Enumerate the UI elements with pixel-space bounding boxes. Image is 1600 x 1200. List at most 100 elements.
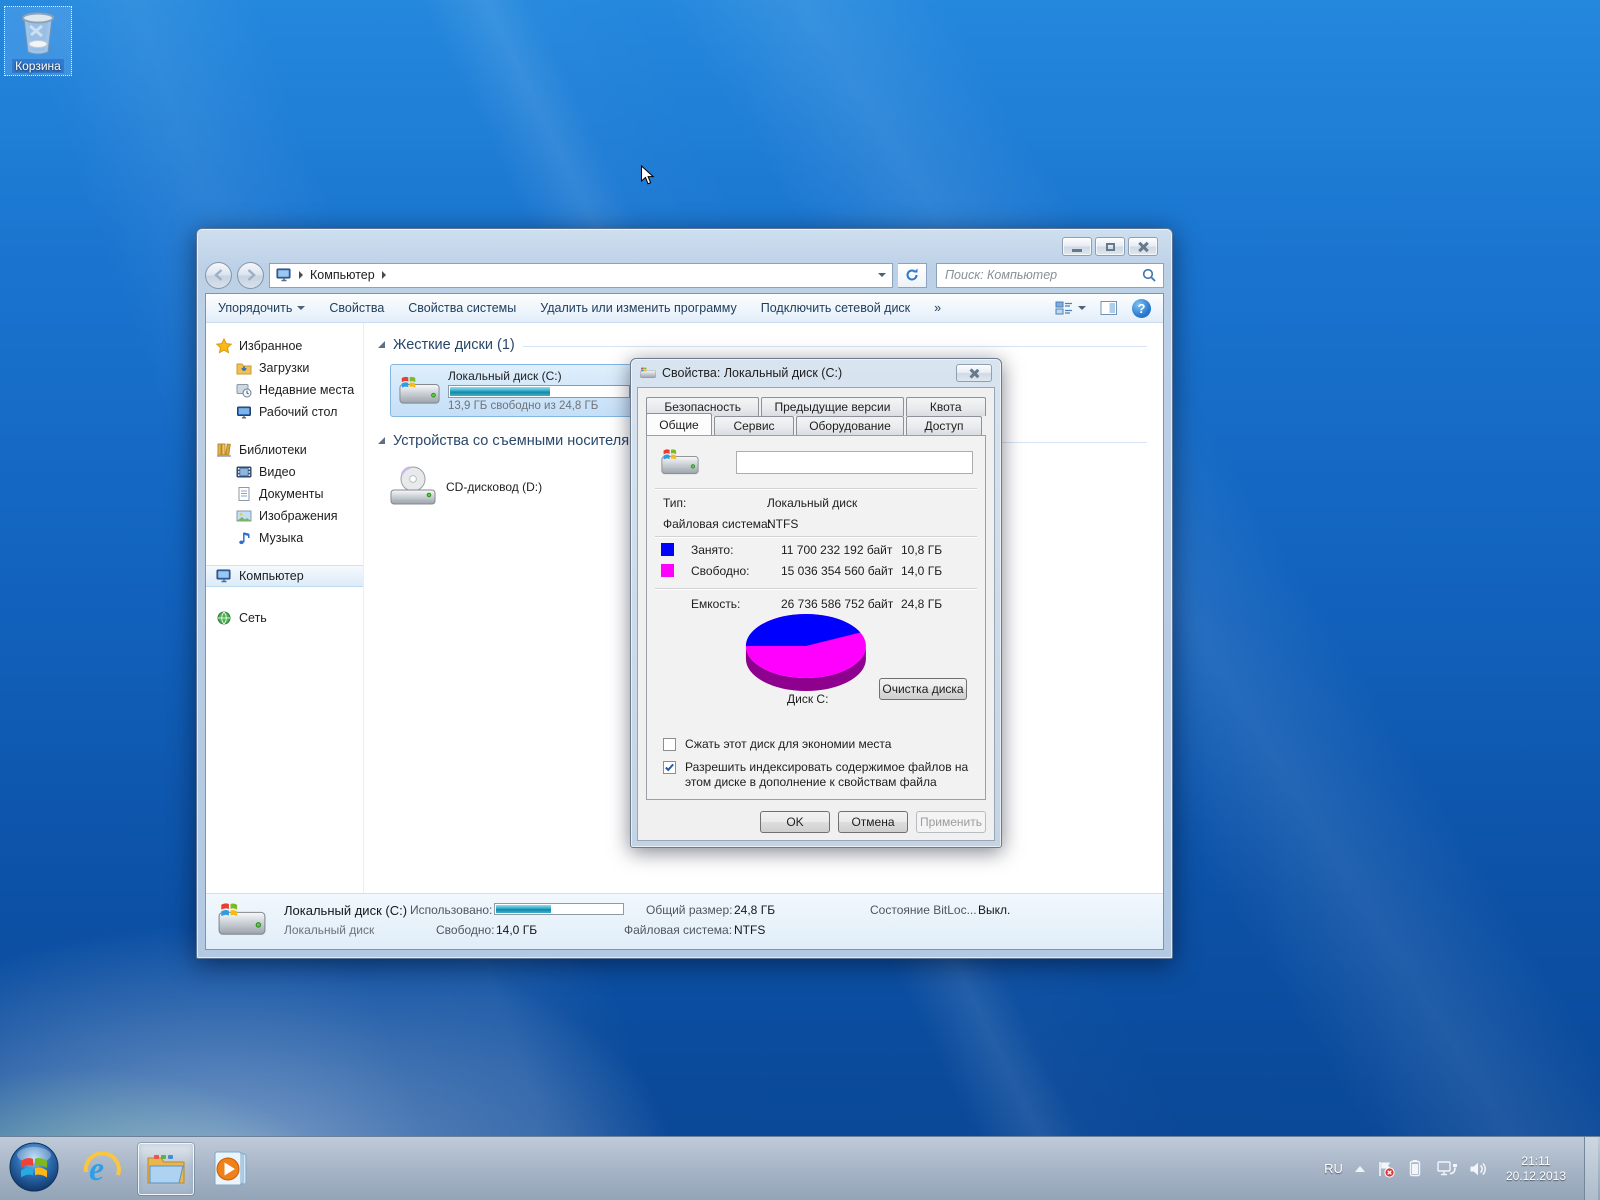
free-bytes: 15 036 354 560 байт <box>781 564 893 578</box>
taskbar: e <box>0 1136 1600 1200</box>
documents-icon <box>236 486 252 502</box>
show-desktop-button[interactable] <box>1584 1137 1598 1200</box>
media-player-button[interactable] <box>202 1143 258 1195</box>
type-value: Локальный диск <box>767 496 857 510</box>
search-input[interactable] <box>943 267 1142 283</box>
sidebar-item-computer[interactable]: Компьютер <box>206 565 363 587</box>
toolbar-overflow-button[interactable]: » <box>934 301 941 315</box>
status-size-label: Общий размер: <box>646 903 732 917</box>
tab-quota[interactable]: Квота <box>906 397 986 416</box>
windows-explorer-button[interactable] <box>138 1143 194 1195</box>
capacity-size: 24,8 ГБ <box>901 597 942 611</box>
chevron-down-icon <box>1078 306 1086 314</box>
used-color-swatch <box>661 543 674 556</box>
help-icon[interactable]: ? <box>1132 299 1151 318</box>
address-dropdown-icon[interactable] <box>878 273 886 281</box>
tab-previous-versions[interactable]: Предыдущие версии <box>761 397 903 416</box>
section-hard-disks[interactable]: Жесткие диски (1) <box>378 335 1147 355</box>
organize-label: Упорядочить <box>218 301 292 315</box>
forward-button[interactable] <box>237 262 264 289</box>
system-properties-button[interactable]: Свойства системы <box>408 301 516 315</box>
clock[interactable]: 21:11 20.12.2013 <box>1506 1154 1566 1184</box>
computer-icon <box>276 268 292 282</box>
organize-menu[interactable]: Упорядочить <box>218 301 305 315</box>
language-indicator[interactable]: RU <box>1324 1161 1343 1176</box>
collapse-icon <box>378 437 385 444</box>
capacity-bytes: 26 736 586 752 байт <box>781 597 893 611</box>
drive-c-usage-bar <box>448 385 630 398</box>
status-fs-value: NTFS <box>734 923 765 937</box>
address-bar[interactable]: Компьютер <box>269 263 893 288</box>
action-center-flag-icon[interactable] <box>1377 1160 1395 1178</box>
tab-tools[interactable]: Сервис <box>714 416 794 435</box>
downloads-icon <box>236 360 252 376</box>
disk-usage-pie-chart <box>743 612 869 695</box>
filesystem-value: NTFS <box>767 517 798 531</box>
sidebar-item-desktop[interactable]: Рабочий стол <box>206 401 363 423</box>
breadcrumb-location[interactable]: Компьютер <box>310 268 375 282</box>
dialog-close-button[interactable] <box>956 364 992 382</box>
back-button[interactable] <box>205 262 232 289</box>
forward-icon <box>244 268 258 282</box>
recycle-bin[interactable]: Корзина <box>4 6 72 76</box>
sidebar-item-video[interactable]: Видео <box>206 461 363 483</box>
ok-button[interactable]: OK <box>760 811 830 833</box>
volume-icon[interactable] <box>1469 1160 1488 1178</box>
sidebar-item-recent-places[interactable]: Недавние места <box>206 379 363 401</box>
hard-drive-icon <box>218 899 266 944</box>
status-free-value: 14,0 ГБ <box>496 923 537 937</box>
index-checkbox[interactable] <box>663 761 676 774</box>
tab-general[interactable]: Общие <box>646 413 712 435</box>
apply-button[interactable]: Применить <box>916 811 986 833</box>
uninstall-program-button[interactable]: Удалить или изменить программу <box>540 301 737 315</box>
properties-button[interactable]: Свойства <box>329 301 384 315</box>
refresh-button[interactable] <box>898 263 927 288</box>
dialog-titlebar: Свойства: Локальный диск (C:) <box>631 359 1001 387</box>
disk-cleanup-button[interactable]: Очистка диска <box>879 678 967 700</box>
status-used-label: Использовано: <box>410 903 492 917</box>
minimize-icon <box>1072 249 1082 252</box>
map-network-drive-button[interactable]: Подключить сетевой диск <box>761 301 910 315</box>
compress-checkbox[interactable] <box>663 738 676 751</box>
sidebar-item-network[interactable]: Сеть <box>206 607 363 629</box>
preview-pane-button[interactable] <box>1100 300 1118 316</box>
minimize-button[interactable] <box>1062 237 1092 256</box>
sidebar-item-music[interactable]: Музыка <box>206 527 363 549</box>
battery-icon[interactable] <box>1407 1160 1425 1178</box>
status-drive-name: Локальный диск (C:) <box>284 903 407 918</box>
views-icon <box>1055 300 1073 316</box>
start-button[interactable] <box>8 1141 60 1196</box>
sidebar-item-documents[interactable]: Документы <box>206 483 363 505</box>
internet-explorer-icon: e <box>81 1148 123 1190</box>
preview-pane-icon <box>1100 300 1118 316</box>
network-status-icon[interactable] <box>1437 1160 1457 1178</box>
internet-explorer-button[interactable]: e <box>74 1143 130 1195</box>
recent-places-icon <box>236 382 252 398</box>
navigation-pane: Избранное Загрузки Недавние места Рабочи… <box>206 323 364 893</box>
wallpaper: Корзина Компьютер <box>0 0 1600 1200</box>
back-icon <box>212 268 226 282</box>
index-checkbox-label[interactable]: Разрешить индексировать содержимое файло… <box>685 760 995 790</box>
navigation-bar: Компьютер <box>205 259 1164 291</box>
compress-checkbox-label[interactable]: Сжать этот диск для экономии места <box>685 737 985 752</box>
cancel-button[interactable]: Отмена <box>838 811 908 833</box>
search-box[interactable] <box>936 263 1164 288</box>
sidebar-item-favorites[interactable]: Избранное <box>206 335 363 357</box>
tab-hardware[interactable]: Оборудование <box>796 416 904 435</box>
show-hidden-icons-button[interactable] <box>1355 1161 1365 1172</box>
maximize-button[interactable] <box>1095 237 1125 256</box>
free-label: Свободно: <box>691 564 750 578</box>
sidebar-item-pictures[interactable]: Изображения <box>206 505 363 527</box>
sidebar-item-libraries[interactable]: Библиотеки <box>206 439 363 461</box>
close-button[interactable] <box>1128 237 1158 256</box>
tab-sharing[interactable]: Доступ <box>906 416 982 435</box>
breadcrumb-chevron-icon <box>382 271 386 279</box>
views-button[interactable] <box>1055 300 1086 316</box>
status-usage-bar <box>494 903 624 915</box>
command-bar: Упорядочить Свойства Свойства системы Уд… <box>206 294 1163 323</box>
drive-c-item[interactable]: Локальный диск (C:) 13,9 ГБ свободно из … <box>390 364 639 417</box>
sidebar-item-downloads[interactable]: Загрузки <box>206 357 363 379</box>
volume-label-input[interactable] <box>736 451 973 474</box>
collapse-icon <box>378 341 385 348</box>
properties-dialog: Свойства: Локальный диск (C:) Безопаснос… <box>630 358 1002 848</box>
